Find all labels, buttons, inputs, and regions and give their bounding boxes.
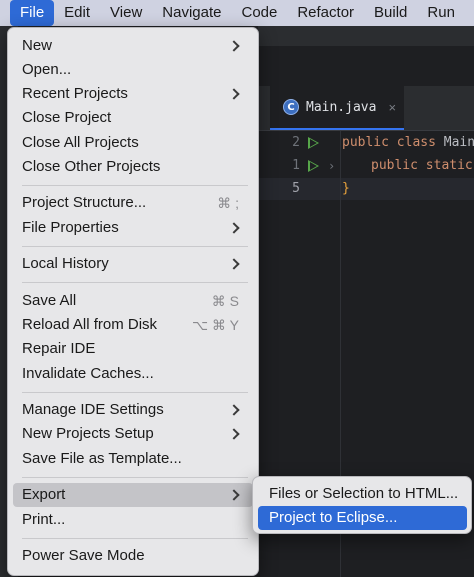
menu-item-power-save-mode[interactable]: Power Save Mode (13, 544, 253, 568)
menubar-build[interactable]: Build (364, 0, 417, 26)
menu-item-close-all-projects[interactable]: Close All Projects (13, 131, 253, 155)
menu-item-project-structure[interactable]: Project Structure... ⌘ ; (13, 191, 253, 215)
menubar-navigate[interactable]: Navigate (152, 0, 231, 26)
menu-item-label: Invalidate Caches... (22, 365, 154, 382)
menu-separator (22, 246, 248, 247)
chevron-right-icon (229, 216, 239, 240)
menu-separator (22, 185, 248, 186)
menu-separator (22, 282, 248, 283)
editor-tab-label: Main.java (306, 99, 377, 115)
code-text: } (342, 181, 350, 196)
menu-bar: File Edit View Navigate Code Refactor Bu… (0, 0, 474, 26)
menu-item-label: Manage IDE Settings (22, 401, 164, 418)
submenu-item-label: Files or Selection to HTML... (269, 485, 459, 502)
menu-item-close-other-projects[interactable]: Close Other Projects (13, 155, 253, 179)
menu-separator (22, 392, 248, 393)
run-icon[interactable] (308, 160, 319, 172)
menu-item-manage-ide-settings[interactable]: Manage IDE Settings (13, 398, 253, 422)
export-submenu: Files or Selection to HTML... Project to… (252, 476, 472, 534)
menu-separator (22, 538, 248, 539)
submenu-item-label: Project to Eclipse... (269, 509, 398, 526)
menu-item-shortcut: ⌘ ; (217, 195, 239, 211)
code-text: public class Main (342, 135, 474, 150)
ide-toolbar (258, 26, 474, 47)
menu-item-label: Close All Projects (22, 134, 139, 151)
menu-item-file-properties[interactable]: File Properties (13, 216, 253, 240)
menu-item-label: New Projects Setup (22, 425, 154, 442)
menu-item-label: Close Other Projects (22, 158, 161, 175)
chevron-right-icon (229, 34, 239, 58)
menu-item-reload-all-from-disk[interactable]: Reload All from Disk ⌥ ⌘ Y (13, 313, 253, 337)
menu-item-save-all[interactable]: Save All ⌘ S (13, 289, 253, 313)
file-menu-dropdown: New Open... Recent Projects Close Projec… (7, 27, 259, 576)
menu-item-open[interactable]: Open... (13, 58, 253, 82)
line-number: 1 (292, 158, 300, 173)
menu-item-print[interactable]: Print... (13, 508, 253, 532)
submenu-item-project-to-eclipse[interactable]: Project to Eclipse... (258, 506, 467, 530)
menubar-code[interactable]: Code (231, 0, 287, 26)
chevron-right-icon (229, 483, 239, 507)
menu-separator (22, 477, 248, 478)
fold-icon[interactable]: › (328, 155, 335, 177)
menu-item-label: Save All (22, 292, 77, 309)
submenu-item-files-to-html[interactable]: Files or Selection to HTML... (258, 482, 467, 506)
menu-item-save-file-as-template[interactable]: Save File as Template... (13, 447, 253, 471)
menubar-file[interactable]: File (10, 0, 55, 26)
menu-item-label: New (22, 37, 53, 54)
menu-item-export[interactable]: Export (13, 483, 253, 507)
chevron-right-icon (229, 252, 239, 276)
menu-item-repair-ide[interactable]: Repair IDE (13, 337, 253, 361)
editor-tab-main-java[interactable]: C Main.java × (270, 86, 404, 130)
menu-item-label: Print... (22, 511, 66, 528)
menu-item-label: Export (22, 486, 66, 503)
code-line: 5 } (258, 178, 474, 200)
menubar-run[interactable]: Run (417, 0, 465, 26)
menubar-refactor[interactable]: Refactor (287, 0, 364, 26)
menu-item-shortcut: ⌘ S (211, 293, 239, 309)
line-number: 2 (292, 135, 300, 150)
chevron-right-icon (229, 422, 239, 446)
close-icon[interactable]: × (388, 100, 396, 115)
menu-item-label: Project Structure... (22, 194, 147, 211)
menu-item-label: File Properties (22, 219, 119, 236)
java-class-icon: C (283, 99, 299, 115)
code-line: 1 › public static v (258, 155, 474, 177)
menu-item-label: Save File as Template... (22, 450, 182, 467)
menu-item-shortcut: ⌥ ⌘ Y (192, 317, 239, 333)
menu-item-close-project[interactable]: Close Project (13, 106, 253, 130)
menubar-edit[interactable]: Edit (54, 0, 100, 26)
menu-item-label: Open... (22, 61, 72, 78)
menu-item-new[interactable]: New (13, 34, 253, 58)
code-text: public static v (371, 158, 473, 173)
menu-item-invalidate-caches[interactable]: Invalidate Caches... (13, 362, 253, 386)
code-line: 2 public class Main (258, 132, 474, 154)
menu-item-label: Power Save Mode (22, 547, 145, 564)
menu-item-label: Local History (22, 255, 109, 272)
menu-item-label: Repair IDE (22, 340, 96, 357)
menu-item-new-projects-setup[interactable]: New Projects Setup (13, 422, 253, 446)
run-icon[interactable] (308, 137, 319, 149)
chevron-right-icon (229, 398, 239, 422)
menu-item-recent-projects[interactable]: Recent Projects (13, 82, 253, 106)
menu-item-label: Recent Projects (22, 85, 128, 102)
menu-item-label: Reload All from Disk (22, 316, 158, 333)
line-number: 5 (292, 181, 300, 196)
menu-item-label: Close Project (22, 109, 112, 126)
chevron-right-icon (229, 82, 239, 106)
menubar-view[interactable]: View (100, 0, 152, 26)
menu-item-local-history[interactable]: Local History (13, 252, 253, 276)
